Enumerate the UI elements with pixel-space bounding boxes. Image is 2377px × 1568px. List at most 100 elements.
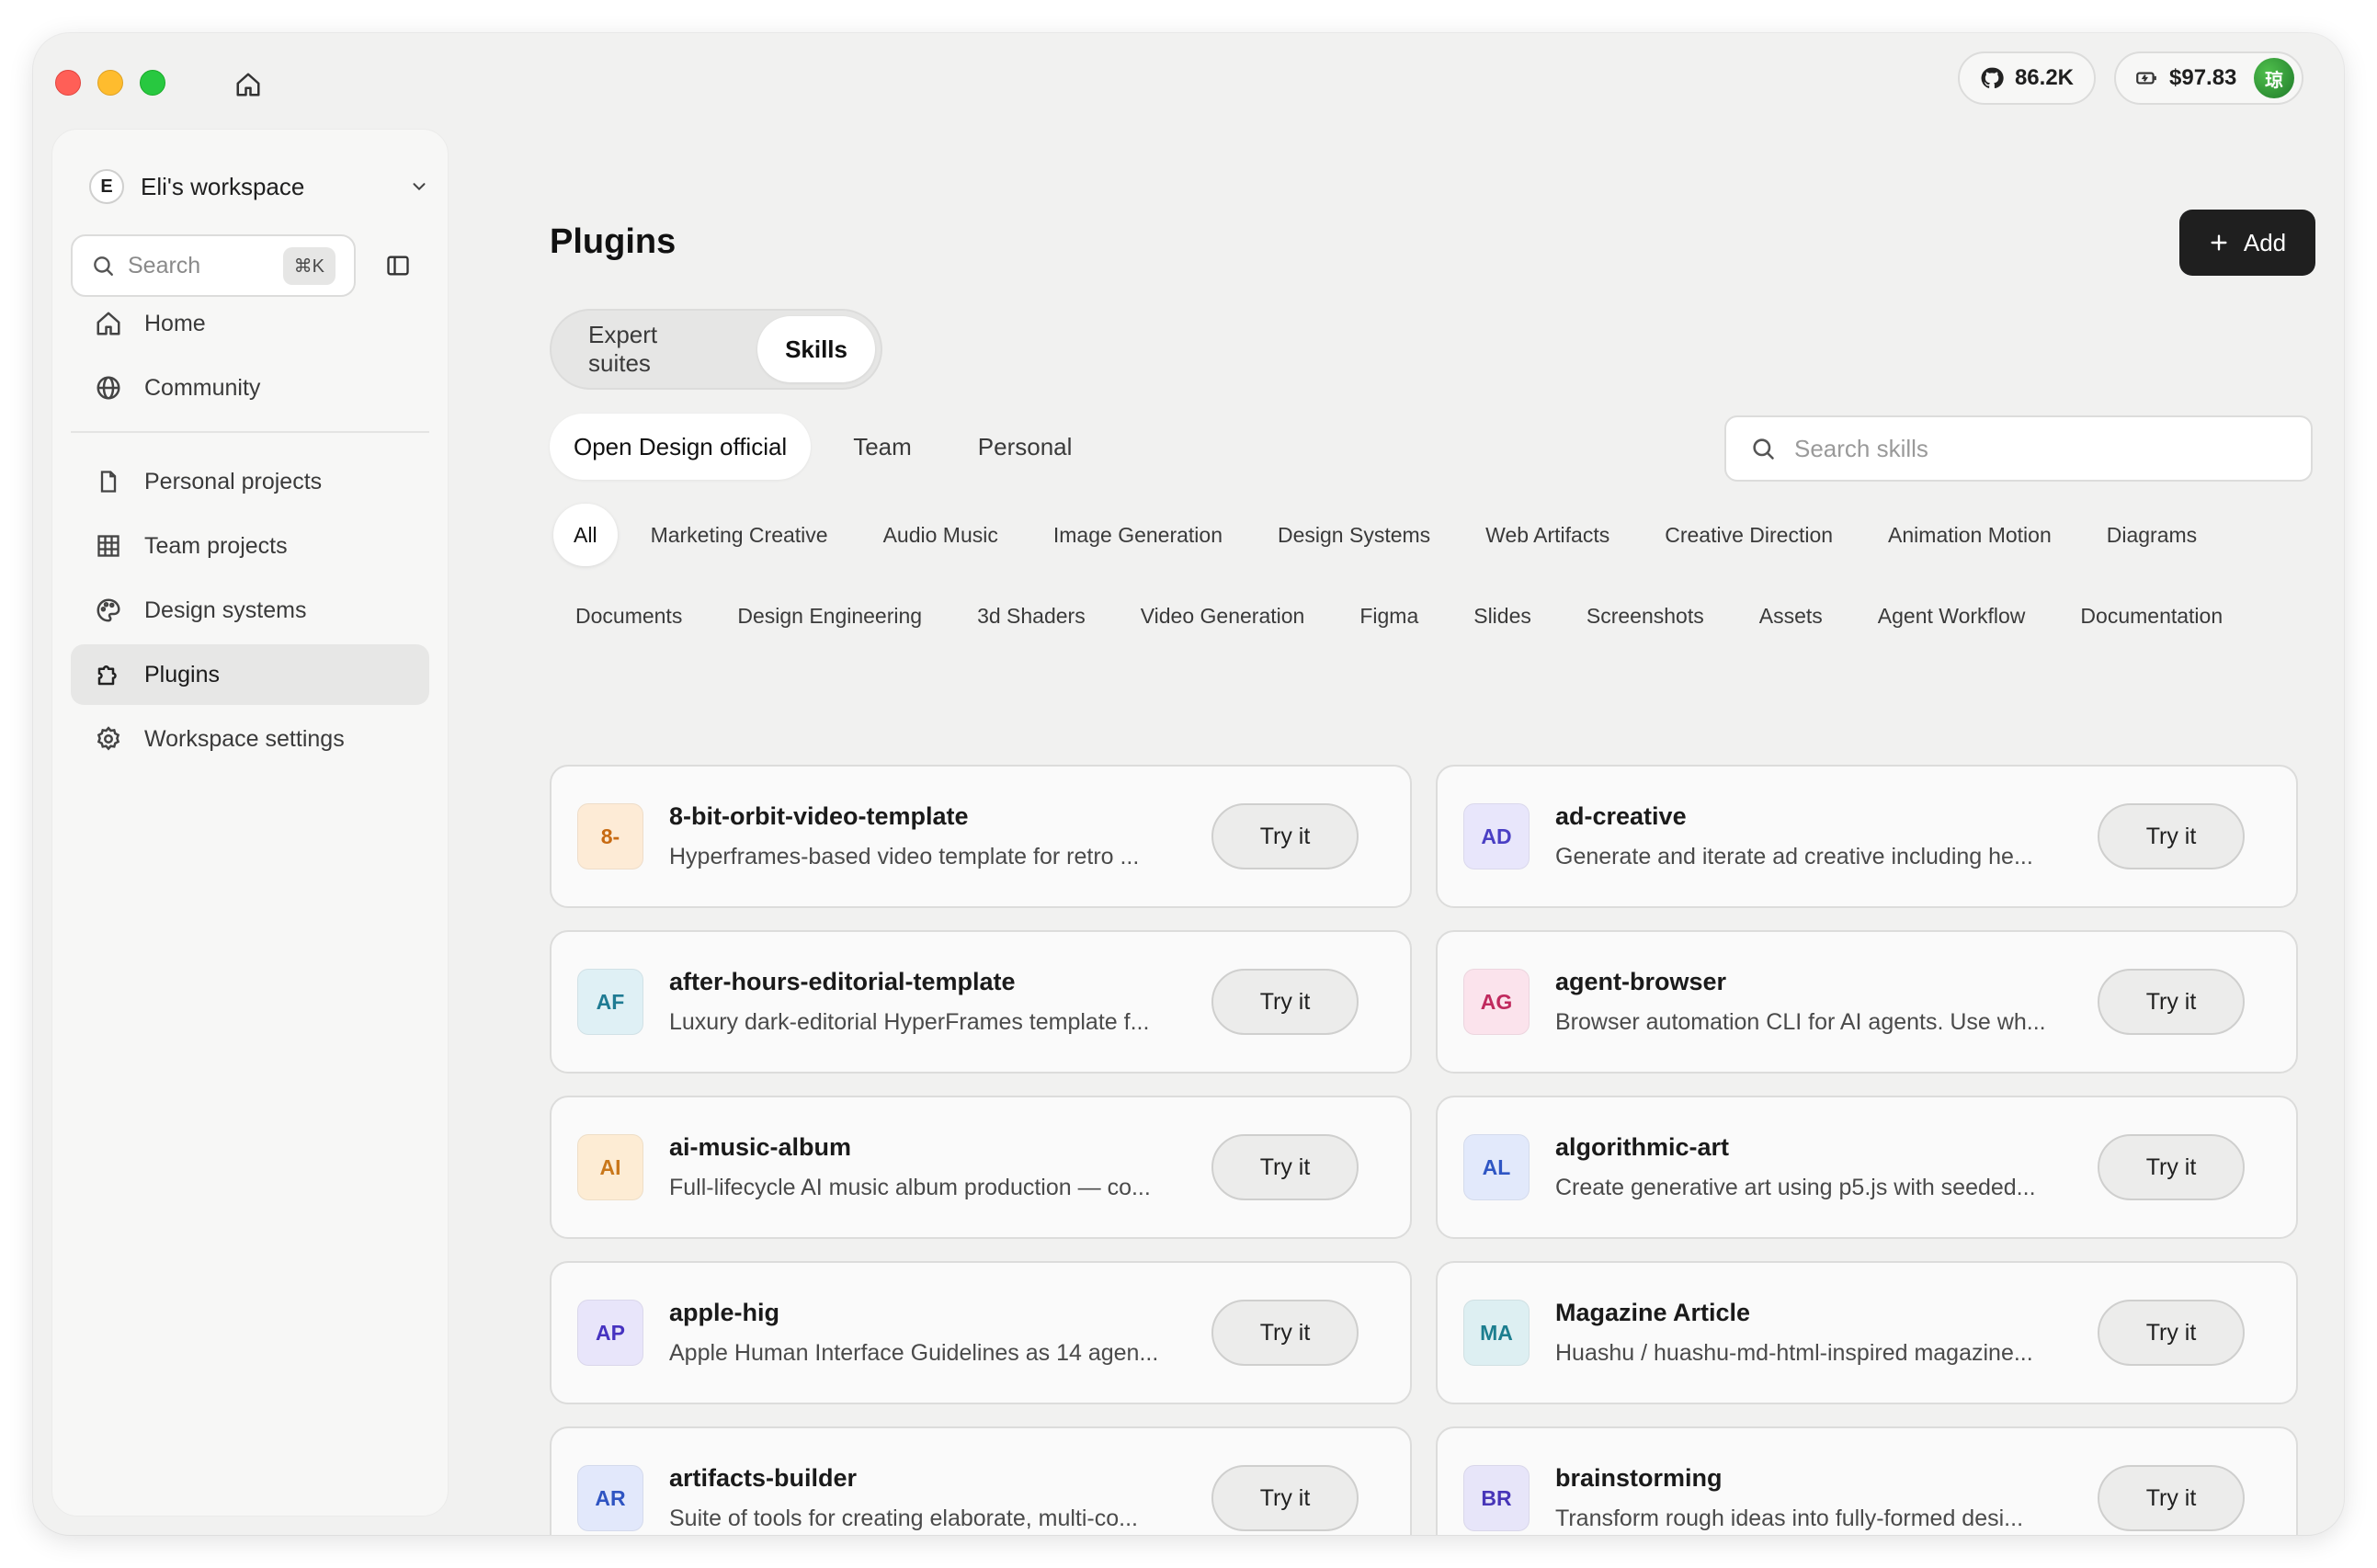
maximize-window-button[interactable] — [140, 70, 165, 96]
search-icon — [94, 256, 113, 276]
skill-description: Full-lifecycle AI music album production… — [669, 1175, 1151, 1200]
category-chip[interactable]: Audio Music — [861, 504, 1020, 566]
skill-description: Apple Human Interface Guidelines as 14 a… — [669, 1340, 1159, 1366]
workspace-avatar: E — [89, 169, 124, 204]
category-chip[interactable]: Design Systems — [1256, 504, 1452, 566]
sidebar-item-community[interactable]: Community — [71, 358, 429, 418]
try-it-button[interactable]: Try it — [2098, 1300, 2245, 1366]
skill-title: brainstorming — [1555, 1464, 1723, 1492]
skill-badge: AI — [577, 1134, 643, 1200]
category-chip[interactable]: Diagrams — [2085, 504, 2219, 566]
skills-search-input[interactable]: Search skills — [1724, 415, 2313, 482]
category-chip[interactable]: Screenshots — [1564, 585, 1726, 647]
skills-grid: 8- 8-bit-orbit-video-template Hyperframes-… — [550, 765, 2314, 1535]
plus-icon — [2211, 234, 2227, 251]
category-chip[interactable]: Video Generation — [1119, 585, 1327, 647]
category-chip[interactable]: Marketing Creative — [629, 504, 850, 566]
collapse-sidebar-button[interactable] — [380, 247, 416, 284]
skill-title: ai-music-album — [669, 1133, 852, 1161]
skill-description: Suite of tools for creating elaborate, m… — [669, 1506, 1138, 1531]
category-chip[interactable]: Assets — [1737, 585, 1845, 647]
try-it-button[interactable]: Try it — [2098, 969, 2245, 1035]
scope-personal[interactable]: Personal — [954, 414, 1097, 480]
skill-description: Transform rough ideas into fully-formed … — [1555, 1506, 2024, 1531]
try-it-button[interactable]: Try it — [1211, 969, 1359, 1035]
scope-open-design-official[interactable]: Open Design official — [550, 414, 812, 480]
skill-description: Browser automation CLI for AI agents. Us… — [1555, 1009, 2046, 1035]
home-icon — [236, 73, 260, 97]
category-chip[interactable]: Animation Motion — [1866, 504, 2074, 566]
category-chip[interactable]: Figma — [1337, 585, 1440, 647]
try-it-button[interactable]: Try it — [1211, 1134, 1359, 1200]
close-window-button[interactable] — [55, 70, 81, 96]
category-chip[interactable]: All — [553, 504, 618, 566]
try-it-button[interactable]: Try it — [2098, 1465, 2245, 1531]
skill-badge: AL — [1463, 1134, 1530, 1200]
skill-text: 8-bit-orbit-video-template Hyperframes-ba… — [669, 802, 1186, 870]
skill-description: Hyperframes-based video template for ret… — [669, 844, 1140, 869]
category-chip[interactable]: Image Generation — [1031, 504, 1245, 566]
skill-badge: AP — [577, 1300, 643, 1366]
skill-card[interactable]: MA Magazine Article Huashu / huashu-md-htm… — [1436, 1261, 2298, 1404]
category-chip[interactable]: Documents — [553, 585, 704, 647]
sidebar-nav: Home Community Personal projects Team pr… — [71, 293, 429, 773]
skill-card[interactable]: AF after-hours-editorial-template Luxury d… — [550, 930, 1412, 1074]
skill-card[interactable]: 8- 8-bit-orbit-video-template Hyperframes-… — [550, 765, 1412, 908]
try-it-button[interactable]: Try it — [1211, 803, 1359, 869]
skill-text: ai-music-album Full-lifecycle AI music al… — [669, 1133, 1186, 1201]
workspace-switcher[interactable]: E Eli's workspace — [89, 166, 429, 207]
skills-search-placeholder: Search skills — [1794, 434, 1928, 462]
category-chip[interactable]: Slides — [1451, 585, 1553, 647]
try-it-button[interactable]: Try it — [1211, 1300, 1359, 1366]
sidebar-item-plugins[interactable]: Plugins — [71, 644, 429, 705]
tab-skills[interactable]: Skills — [757, 316, 875, 382]
skill-card[interactable]: AR artifacts-builder Suite of tools for cr… — [550, 1426, 1412, 1535]
skill-text: after-hours-editorial-template Luxury dar… — [669, 968, 1186, 1036]
sidebar-item-personal-projects[interactable]: Personal projects — [71, 451, 429, 512]
tab-expert-suites[interactable]: Expert suites — [557, 316, 757, 382]
category-chip[interactable]: Web Artifacts — [1463, 504, 1632, 566]
skill-text: agent-browser Browser automation CLI for … — [1555, 968, 2072, 1036]
globe-icon — [97, 376, 120, 400]
skill-card[interactable]: BR brainstorming Transform rough ideas int… — [1436, 1426, 2298, 1535]
skill-description: Generate and iterate ad creative includi… — [1555, 844, 2033, 869]
sidebar-item-team-projects[interactable]: Team projects — [71, 516, 429, 576]
sidebar-item-workspace-settings[interactable]: Workspace settings — [71, 709, 429, 769]
category-chip[interactable]: Documentation — [2058, 585, 2245, 647]
category-chip[interactable]: Agent Workflow — [1856, 585, 2048, 647]
skill-card[interactable]: AL algorithmic-art Create generative art u… — [1436, 1096, 2298, 1239]
try-it-button[interactable]: Try it — [1211, 1465, 1359, 1531]
home-button[interactable] — [230, 66, 267, 103]
try-it-button[interactable]: Try it — [2098, 803, 2245, 869]
minimize-window-button[interactable] — [97, 70, 123, 96]
app-window: 86.2K $97.83 琼 E Eli's workspace Search … — [33, 33, 2344, 1535]
scope-tabs: Open Design official Team Personal — [550, 414, 1096, 480]
skill-card[interactable]: AD ad-creative Generate and iterate ad cre… — [1436, 765, 2298, 908]
page-title: Plugins — [550, 222, 677, 261]
skill-title: 8-bit-orbit-video-template — [669, 802, 969, 830]
skill-text: apple-hig Apple Human Interface Guideline… — [669, 1299, 1186, 1367]
sidebar-toggle-icon — [387, 256, 409, 276]
sidebar-item-design-systems[interactable]: Design systems — [71, 580, 429, 641]
skill-card[interactable]: AP apple-hig Apple Human Interface Guideli… — [550, 1261, 1412, 1404]
skill-text: algorithmic-art Create generative art usi… — [1555, 1133, 2072, 1201]
try-it-button[interactable]: Try it — [2098, 1134, 2245, 1200]
skill-text: Magazine Article Huashu / huashu-md-html-… — [1555, 1299, 2072, 1367]
skill-title: ad-creative — [1555, 802, 1687, 830]
skill-card[interactable]: AI ai-music-album Full-lifecycle AI music … — [550, 1096, 1412, 1239]
skill-title: apple-hig — [669, 1299, 779, 1326]
sidebar-search[interactable]: Search ⌘K — [71, 234, 356, 297]
skill-description: Huashu / huashu-md-html-inspired magazin… — [1555, 1340, 2033, 1366]
skill-card[interactable]: AG agent-browser Browser automation CLI fo… — [1436, 930, 2298, 1074]
skill-description: Luxury dark-editorial HyperFrames templa… — [669, 1009, 1150, 1035]
search-icon — [1753, 438, 1774, 460]
skill-badge: AR — [577, 1465, 643, 1531]
category-chip[interactable]: Creative Direction — [1643, 504, 1855, 566]
category-chip[interactable]: 3d Shaders — [955, 585, 1108, 647]
add-plugin-button[interactable]: Add — [2179, 210, 2315, 276]
category-chip[interactable]: Design Engineering — [715, 585, 944, 647]
puzzle-icon — [97, 665, 117, 686]
chevron-down-icon — [413, 183, 426, 191]
sidebar-item-home[interactable]: Home — [71, 293, 429, 354]
scope-team[interactable]: Team — [829, 414, 936, 480]
